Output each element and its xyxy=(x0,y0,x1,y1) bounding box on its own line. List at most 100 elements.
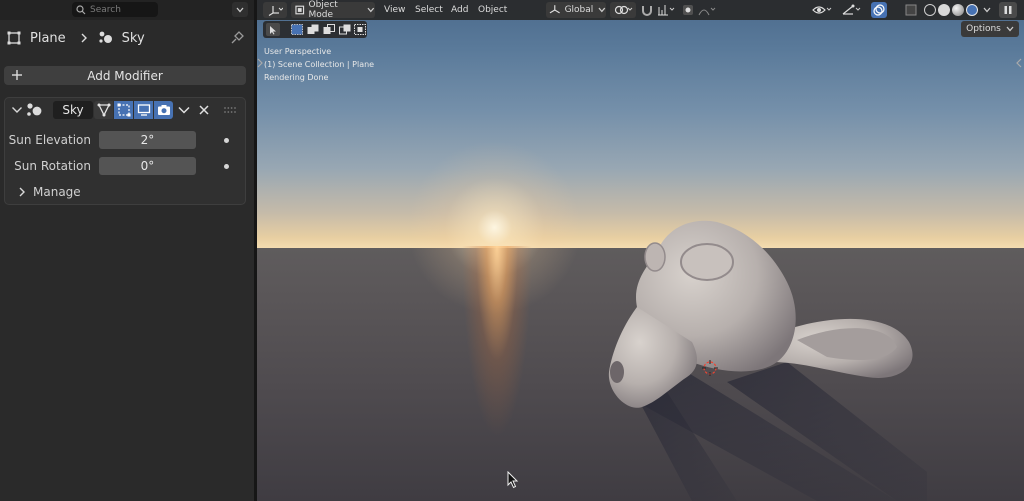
breadcrumb-modifier: Sky xyxy=(121,30,145,46)
pin-icon[interactable] xyxy=(229,30,245,46)
sun-reflection xyxy=(462,246,532,486)
chevron-down-icon xyxy=(236,7,244,12)
edit-mode-toggle[interactable] xyxy=(114,101,133,119)
toolbar-expand-arrow-icon[interactable] xyxy=(257,57,263,69)
sidebar-expand-arrow-icon[interactable] xyxy=(1016,57,1022,69)
gizmo-toggle[interactable] xyxy=(840,2,862,18)
sun-rotation-label: Sun Rotation xyxy=(14,159,91,173)
search-box[interactable] xyxy=(72,2,158,17)
proportional-editing-toggle[interactable] xyxy=(681,2,695,18)
pivot-point-dropdown[interactable] xyxy=(610,2,636,18)
overlay-icon xyxy=(873,4,885,16)
suzanne-mesh[interactable] xyxy=(597,212,927,501)
pause-render-button[interactable] xyxy=(999,2,1017,18)
select-tool-button[interactable] xyxy=(266,23,280,36)
viewport-toggle[interactable] xyxy=(134,101,153,119)
select-mode-bar xyxy=(263,21,367,38)
pivot-link-icon xyxy=(614,5,633,15)
sky-modifier-panel: Sky Sun Elevation 2° Sun Rotation 0° Man… xyxy=(4,97,246,205)
keyframe-dot-icon[interactable] xyxy=(224,164,229,169)
sun-rotation-field[interactable]: 0° xyxy=(99,157,196,175)
camera-icon xyxy=(157,105,170,115)
breadcrumb: Plane Sky xyxy=(0,24,254,52)
wireframe-shading-button[interactable] xyxy=(924,4,936,16)
object-mode-icon xyxy=(295,5,305,15)
editor-type-button[interactable] xyxy=(263,2,287,18)
sun-elevation-field[interactable]: 2° xyxy=(99,131,196,149)
orientation-axes-icon xyxy=(549,5,560,14)
overlays-toggle[interactable] xyxy=(871,2,887,18)
sun-elevation-label: Sun Elevation xyxy=(8,133,91,147)
3d-viewport[interactable]: Object Mode View Select Add Object Globa… xyxy=(257,0,1024,501)
viewport-collection-text: (1) Scene Collection | Plane xyxy=(264,60,375,69)
chevron-right-icon xyxy=(80,33,90,43)
options-label: Options xyxy=(966,24,1001,34)
select-new-icon[interactable] xyxy=(291,24,303,35)
select-invert-icon[interactable] xyxy=(339,24,351,35)
search-icon xyxy=(76,4,86,14)
falloff-curve-icon xyxy=(698,7,716,16)
snap-increment-icon xyxy=(658,5,675,16)
chevron-down-icon xyxy=(367,7,375,13)
modifier-header: Sky xyxy=(5,98,245,122)
sun-rotation-row: Sun Rotation 0° xyxy=(5,156,245,176)
sun-elevation-row: Sun Elevation 2° xyxy=(5,130,245,150)
3d-axes-icon xyxy=(268,6,283,16)
search-input[interactable] xyxy=(90,4,154,15)
keyframe-dot-icon[interactable] xyxy=(224,138,229,143)
filter-dropdown[interactable] xyxy=(232,2,248,17)
viewport-render-status: Rendering Done xyxy=(264,73,329,82)
options-dropdown[interactable]: Options xyxy=(961,21,1019,37)
plus-icon xyxy=(12,70,22,80)
select-extend-icon[interactable] xyxy=(307,24,319,35)
sky-modifier-icon xyxy=(27,103,42,116)
mouse-pointer-icon xyxy=(507,471,519,489)
object-menu[interactable]: Object xyxy=(478,2,507,18)
chevron-down-icon xyxy=(598,7,606,13)
add-modifier-button[interactable]: Add Modifier xyxy=(4,66,246,85)
select-menu[interactable]: Select xyxy=(415,2,443,18)
magnet-icon xyxy=(642,6,652,16)
xray-icon xyxy=(905,4,917,16)
object-mode-label: Object Mode xyxy=(308,0,338,20)
snap-toggle[interactable] xyxy=(640,2,654,18)
manage-label: Manage xyxy=(33,185,81,199)
shading-dropdown[interactable] xyxy=(982,2,992,18)
material-preview-button[interactable] xyxy=(952,4,964,16)
properties-header xyxy=(0,0,254,20)
sky-modifier-icon xyxy=(98,30,114,46)
drag-handle-icon[interactable] xyxy=(223,106,237,114)
falloff-dropdown[interactable] xyxy=(697,2,717,18)
manage-subpanel[interactable]: Manage xyxy=(5,182,245,202)
add-menu[interactable]: Add xyxy=(451,2,468,18)
edit-mode-icon xyxy=(117,103,130,117)
snap-target-dropdown[interactable] xyxy=(656,2,676,18)
rendered-shading-button[interactable] xyxy=(966,4,978,16)
render-toggle[interactable] xyxy=(154,101,173,119)
modifier-name-field[interactable]: Sky xyxy=(53,101,93,119)
close-icon[interactable] xyxy=(197,103,211,117)
breadcrumb-object: Plane xyxy=(30,30,66,46)
add-modifier-label: Add Modifier xyxy=(87,68,163,83)
chevron-down-icon[interactable] xyxy=(11,104,23,116)
chevron-right-icon xyxy=(19,187,25,197)
transform-orientation-dropdown[interactable]: Global xyxy=(546,2,606,18)
chevron-down-icon[interactable] xyxy=(177,103,191,117)
monitor-icon xyxy=(137,104,150,116)
select-subtract-icon[interactable] xyxy=(323,24,335,35)
transform-orientation-label: Global xyxy=(564,5,594,15)
viewport-header: Object Mode View Select Add Object Globa… xyxy=(257,0,1024,20)
on-cage-toggle[interactable] xyxy=(94,101,113,119)
solid-shading-button[interactable] xyxy=(938,4,950,16)
object-mode-dropdown[interactable]: Object Mode xyxy=(291,0,375,20)
view-menu[interactable]: View xyxy=(384,2,405,18)
pause-icon xyxy=(1004,6,1012,14)
select-intersect-icon[interactable] xyxy=(354,24,366,35)
proportional-edit-icon xyxy=(683,5,693,15)
gizmo-icon xyxy=(842,4,861,15)
visibility-dropdown[interactable] xyxy=(810,2,834,18)
xray-toggle[interactable] xyxy=(905,2,917,18)
chevron-down-icon xyxy=(983,7,991,13)
chevron-down-icon xyxy=(1006,26,1014,32)
3d-cursor-icon[interactable] xyxy=(702,360,718,376)
